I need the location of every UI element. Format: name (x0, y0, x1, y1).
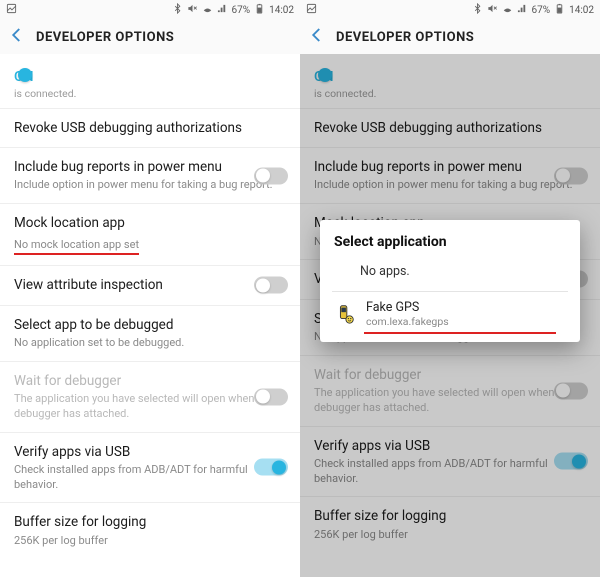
gps-app-icon (334, 303, 356, 325)
screen-right: 67% 14:02 DEVELOPER OPTIONS ON is connec… (300, 0, 600, 577)
row-title: Verify apps via USB (314, 437, 586, 455)
row-sub: No application set to be debugged. (14, 336, 286, 351)
bug-reports-toggle (554, 167, 588, 184)
app-package: com.lexa.fakegps (366, 315, 449, 328)
settings-list-left[interactable]: ON is connected. Revoke USB debugging au… (0, 54, 300, 577)
row-sub: Check installed apps from ADB/ADT for ha… (14, 463, 286, 493)
battery-percent: 67% (532, 5, 551, 16)
row-title: Buffer size for logging (314, 507, 586, 525)
row-sub: No mock location app set (14, 238, 139, 256)
row-verify-usb: Verify apps via USB Check installed apps… (300, 427, 600, 498)
verify-usb-toggle[interactable] (254, 459, 288, 476)
row-bug-reports[interactable]: Include bug reports in power menu Includ… (0, 148, 300, 204)
signal-icon (217, 3, 228, 17)
row-wait-debugger: Wait for debugger The application you ha… (300, 356, 600, 427)
wait-debugger-toggle (554, 382, 588, 399)
row-sub: 256K per log buffer (314, 528, 586, 543)
master-toggle-row: ON (300, 54, 600, 87)
row-title: Mock location app (14, 214, 286, 232)
row-revoke-usb[interactable]: Revoke USB debugging authorizations (0, 109, 300, 148)
dialog-no-apps-option[interactable]: No apps. (334, 260, 566, 291)
back-button[interactable] (308, 26, 326, 48)
wifi-icon (202, 3, 213, 17)
status-bar: 67% 14:02 (0, 0, 300, 20)
row-title: Include bug reports in power menu (14, 158, 286, 176)
row-verify-usb[interactable]: Verify apps via USB Check installed apps… (0, 433, 300, 504)
screen-left: 67% 14:02 DEVELOPER OPTIONS ON is connec… (0, 0, 300, 577)
row-title: View attribute inspection (14, 276, 286, 294)
row-sub: Check installed apps from ADB/ADT for ha… (314, 457, 586, 487)
clock-text: 14:02 (569, 5, 594, 16)
row-mock-location[interactable]: Mock location app No mock location app s… (0, 204, 300, 266)
app-header: DEVELOPER OPTIONS (300, 20, 600, 54)
master-toggle-row[interactable]: ON (0, 54, 300, 87)
row-sub: 256K per log buffer (14, 534, 286, 549)
bug-reports-toggle[interactable] (254, 167, 288, 184)
row-buffer-size[interactable]: Buffer size for logging 256K per log buf… (0, 503, 300, 558)
row-title: Wait for debugger (314, 366, 586, 384)
mute-icon (487, 3, 498, 17)
header-title: DEVELOPER OPTIONS (336, 30, 474, 45)
row-sub: The application you have selected will o… (314, 386, 586, 416)
row-wait-debugger: Wait for debugger The application you ha… (0, 362, 300, 433)
dialog-app-fakegps[interactable]: Fake GPS com.lexa.fakegps (334, 300, 566, 332)
header-title: DEVELOPER OPTIONS (36, 30, 174, 45)
picture-icon (306, 3, 317, 17)
app-name: Fake GPS (366, 300, 449, 315)
verify-usb-toggle (554, 453, 588, 470)
row-buffer-size: Buffer size for logging 256K per log buf… (300, 497, 600, 552)
back-button[interactable] (8, 26, 26, 48)
master-toggle-sub: is connected. (0, 87, 300, 109)
dialog-title: Select application (334, 234, 566, 250)
bluetooth-icon (472, 3, 483, 17)
row-revoke-usb: Revoke USB debugging authorizations (300, 109, 600, 148)
highlight-underline (364, 332, 556, 334)
wifi-icon (502, 3, 513, 17)
battery-icon (554, 3, 565, 17)
select-application-dialog[interactable]: Select application No apps. Fake GPS com… (320, 220, 580, 342)
bluetooth-icon (172, 3, 183, 17)
row-sub: Include option in power menu for taking … (14, 178, 286, 193)
mute-icon (187, 3, 198, 17)
signal-icon (517, 3, 528, 17)
picture-icon (6, 3, 17, 17)
wait-debugger-toggle (254, 388, 288, 405)
divider (332, 291, 568, 292)
master-toggle-sub: is connected. (300, 87, 600, 109)
battery-icon (254, 3, 265, 17)
row-title: Select app to be debugged (14, 316, 286, 334)
row-title: Verify apps via USB (14, 443, 286, 461)
row-title: Include bug reports in power menu (314, 158, 586, 176)
row-sub: The application you have selected will o… (14, 392, 286, 422)
row-title: Revoke USB debugging authorizations (314, 119, 586, 137)
row-bug-reports: Include bug reports in power menu Includ… (300, 148, 600, 204)
battery-percent: 67% (232, 5, 251, 16)
row-view-attribute[interactable]: View attribute inspection (0, 266, 300, 305)
row-title: Buffer size for logging (14, 513, 286, 531)
app-header: DEVELOPER OPTIONS (0, 20, 300, 54)
row-select-debug-app[interactable]: Select app to be debugged No application… (0, 306, 300, 362)
clock-text: 14:02 (269, 5, 294, 16)
row-sub: Include option in power menu for taking … (314, 178, 586, 193)
row-title: Revoke USB debugging authorizations (14, 119, 286, 137)
view-attribute-toggle[interactable] (254, 277, 288, 294)
status-bar: 67% 14:02 (300, 0, 600, 20)
row-title: Wait for debugger (14, 372, 286, 390)
